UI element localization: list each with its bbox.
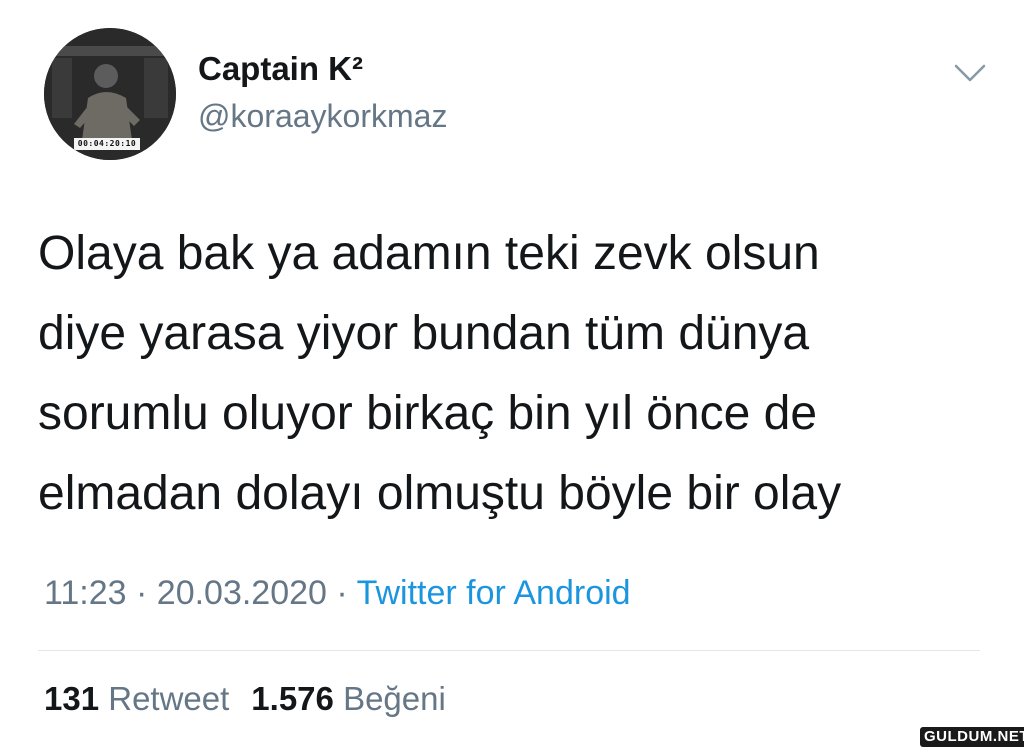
- tweet-meta: 11:23 · 20.03.2020 · Twitter for Android: [44, 574, 631, 613]
- tweet-stats: 131 Retweet 1.576 Beğeni: [44, 680, 446, 718]
- chevron-down-icon[interactable]: [950, 58, 990, 86]
- watermark: GULDUM.NET: [920, 727, 1024, 747]
- tweet-line: Olaya bak ya adamın teki zevk olsun: [38, 227, 820, 280]
- like-count: 1.576: [251, 680, 334, 717]
- tweet-time[interactable]: 11:23: [44, 574, 127, 612]
- like-label: Beğeni: [343, 680, 446, 717]
- like-stat[interactable]: 1.576 Beğeni: [251, 680, 446, 717]
- tweet-line: sorumlu oluyor birkaç bin yıl önce de: [38, 387, 818, 440]
- meta-separator: ·: [126, 574, 157, 612]
- meta-separator: ·: [326, 574, 357, 612]
- retweet-stat[interactable]: 131 Retweet: [44, 680, 229, 717]
- divider: [38, 650, 980, 651]
- tweet-line: diye yarasa yiyor bundan tüm dünya: [38, 307, 810, 360]
- retweet-label: Retweet: [108, 680, 230, 717]
- display-name[interactable]: Captain K²: [198, 50, 363, 88]
- tweet-date[interactable]: 20.03.2020: [157, 574, 327, 612]
- retweet-count: 131: [44, 680, 100, 717]
- tweet-line: elmadan dolayı olmuştu böyle bir olay: [38, 467, 842, 520]
- avatar-timestamp: 00:04:20:10: [74, 138, 140, 150]
- tweet-source-link[interactable]: Twitter for Android: [357, 574, 631, 612]
- tweet-text: Olaya bak ya adamın teki zevk olsun diye…: [38, 214, 998, 534]
- avatar[interactable]: 00:04:20:10: [44, 28, 176, 160]
- user-handle[interactable]: @koraaykorkmaz: [198, 98, 447, 135]
